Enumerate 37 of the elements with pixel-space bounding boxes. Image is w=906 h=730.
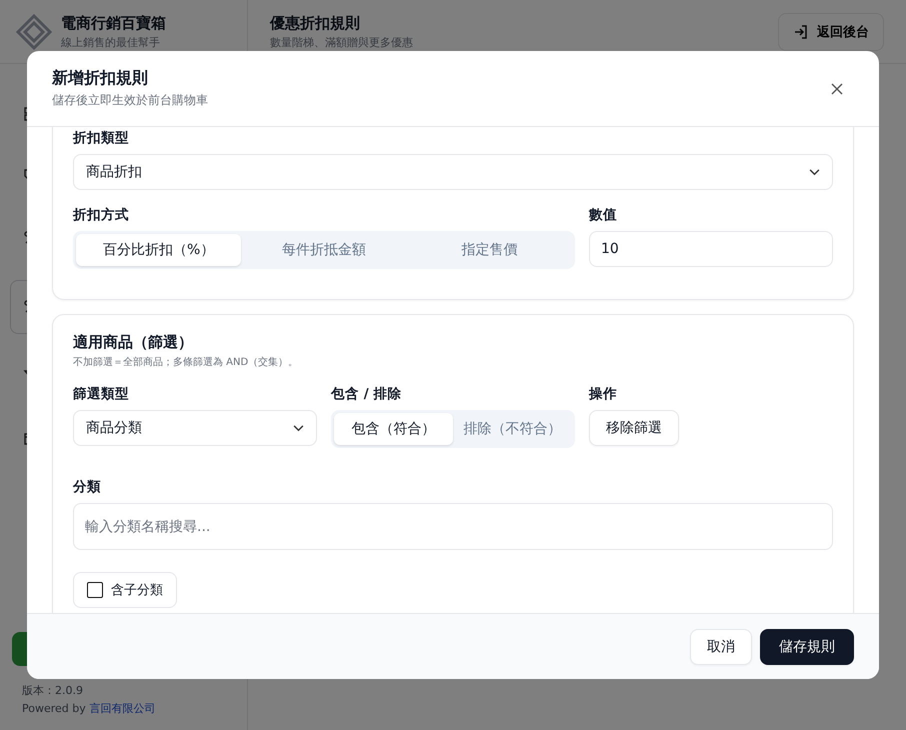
powered-by-text: Powered by 言回有限公司 — [22, 701, 156, 716]
field-label: 篩選類型 — [73, 385, 130, 403]
close-icon — [831, 82, 843, 94]
section-hint: 不加篩選＝全部商品；多條篩選為 AND（交集）。 — [73, 356, 300, 369]
field-label: 包含 / 排除 — [331, 385, 402, 403]
chevron-down-icon — [293, 424, 304, 432]
include-subcategories-checkbox[interactable]: 含子分類 — [73, 572, 177, 608]
app-subtitle: 線上銷售的最佳幫手 — [61, 34, 161, 50]
segment-option[interactable]: 包含（符合） — [334, 413, 453, 445]
sign-in-icon — [793, 24, 809, 40]
chevron-down-icon — [809, 168, 820, 176]
save-button[interactable]: 儲存規則 — [760, 628, 854, 664]
dialog-subtitle: 儲存後立即生效於前台購物車 — [52, 92, 208, 109]
field-label: 操作 — [589, 385, 618, 403]
field-label: 折扣類型 — [73, 129, 130, 147]
field-label: 分類 — [73, 478, 102, 496]
section-title: 適用商品（篩選） — [73, 333, 194, 352]
version-text: 版本：2.0.9 — [22, 683, 84, 698]
cancel-button[interactable]: 取消 — [690, 628, 752, 664]
dialog-title: 新增折扣規則 — [52, 68, 149, 89]
category-search-field[interactable]: 輸入分類名稱搜尋... — [73, 503, 833, 550]
segment-option[interactable]: 每件折抵金額 — [241, 234, 407, 266]
app-title: 電商行銷百寶箱 — [61, 14, 166, 32]
field-label: 折扣方式 — [73, 206, 130, 224]
filter-type-select[interactable]: 商品分類 — [73, 410, 317, 446]
back-button[interactable]: 返回後台 — [778, 12, 884, 50]
segment-option[interactable]: 排除（不符合） — [453, 413, 572, 445]
close-button[interactable] — [829, 80, 845, 96]
segment-option[interactable]: 百分比折扣（%） — [76, 234, 242, 266]
logo-icon — [16, 14, 52, 50]
field-label: 數值 — [589, 206, 618, 224]
page-title: 優惠折扣規則 — [270, 14, 361, 32]
segment-option[interactable]: 指定售價 — [406, 234, 572, 266]
value-input[interactable]: 10 — [589, 231, 833, 267]
discount-type-select[interactable]: 商品折扣 — [73, 154, 833, 190]
page-subtitle: 數量階梯、滿額贈與更多優惠 — [270, 34, 414, 50]
remove-filter-button[interactable]: 移除篩選 — [589, 410, 679, 446]
